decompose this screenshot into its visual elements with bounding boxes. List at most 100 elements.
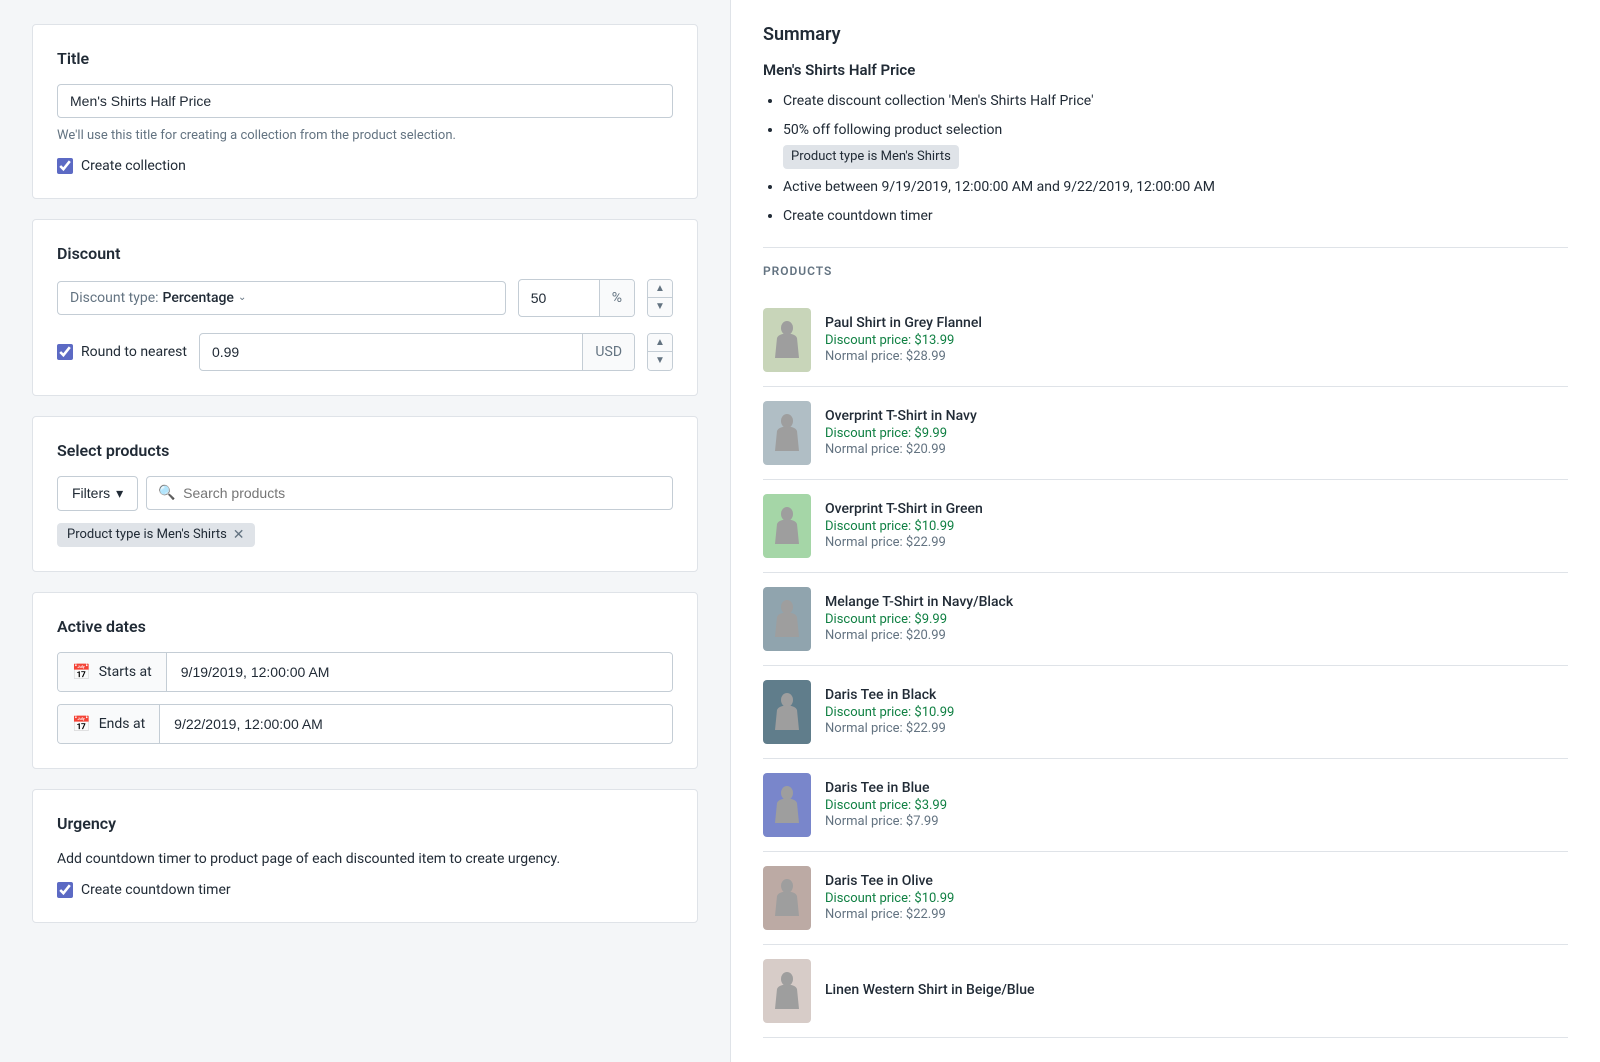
product-name: Daris Tee in Blue — [825, 780, 1568, 796]
product-name: Overprint T-Shirt in Green — [825, 501, 1568, 517]
calendar-icon-ends: 📅 — [72, 715, 91, 733]
right-panel: Summary Men's Shirts Half Price Create d… — [730, 0, 1600, 1062]
filter-tag-label: Product type is Men's Shirts — [67, 527, 227, 542]
summary-bullet-4: Create countdown timer — [783, 206, 1568, 227]
left-panel: Title We'll use this title for creating … — [0, 0, 730, 1062]
select-products-heading: Select products — [57, 441, 673, 460]
search-icon: 🔍 — [158, 485, 175, 501]
product-info: Overprint T-Shirt in Navy Discount price… — [825, 408, 1568, 457]
product-normal-price: Normal price: $20.99 — [825, 442, 1568, 457]
product-discount-price: Discount price: $10.99 — [825, 519, 1568, 534]
product-name: Daris Tee in Olive — [825, 873, 1568, 889]
product-item: Daris Tee in Blue Discount price: $3.99 … — [763, 759, 1568, 852]
product-thumbnail — [763, 680, 811, 744]
product-thumbnail — [763, 866, 811, 930]
products-list: Paul Shirt in Grey Flannel Discount pric… — [763, 294, 1568, 1038]
filters-button[interactable]: Filters ▾ — [57, 476, 138, 511]
product-thumbnail — [763, 959, 811, 1023]
product-item: Paul Shirt in Grey Flannel Discount pric… — [763, 294, 1568, 387]
product-discount-price: Discount price: $13.99 — [825, 333, 1568, 348]
starts-at-label-cell: 📅 Starts at — [58, 653, 167, 691]
product-info: Paul Shirt in Grey Flannel Discount pric… — [825, 315, 1568, 364]
round-up-button[interactable]: ▲ — [648, 334, 672, 352]
starts-at-label: Starts at — [99, 664, 152, 680]
discount-heading: Discount — [57, 244, 673, 263]
countdown-timer-label: Create countdown timer — [81, 882, 231, 898]
percent-spinner: ▲ ▼ — [647, 279, 673, 317]
filter-tag-product-type: Product type is Men's Shirts ✕ — [57, 523, 255, 547]
filters-label: Filters — [72, 485, 110, 501]
discount-type-select[interactable]: Discount type: Percentage ⌄ — [57, 281, 506, 315]
summary-list: Create discount collection 'Men's Shirts… — [763, 91, 1568, 227]
product-discount-price: Discount price: $10.99 — [825, 891, 1568, 906]
product-name: Paul Shirt in Grey Flannel — [825, 315, 1568, 331]
summary-title: Summary — [763, 24, 1568, 45]
product-name: Linen Western Shirt in Beige/Blue — [825, 982, 1568, 998]
ends-at-label-cell: 📅 Ends at — [58, 705, 160, 743]
product-item: Daris Tee in Olive Discount price: $10.9… — [763, 852, 1568, 945]
product-thumbnail — [763, 308, 811, 372]
product-normal-price: Normal price: $28.99 — [825, 349, 1568, 364]
round-down-button[interactable]: ▼ — [648, 352, 672, 370]
round-nearest-checkbox[interactable] — [57, 344, 73, 360]
product-name: Overprint T-Shirt in Navy — [825, 408, 1568, 424]
search-input[interactable] — [146, 476, 673, 510]
product-info: Daris Tee in Blue Discount price: $3.99 … — [825, 780, 1568, 829]
product-normal-price: Normal price: $20.99 — [825, 628, 1568, 643]
ends-at-row: 📅 Ends at — [57, 704, 673, 744]
product-thumbnail — [763, 494, 811, 558]
product-info: Daris Tee in Olive Discount price: $10.9… — [825, 873, 1568, 922]
filter-tag-remove-button[interactable]: ✕ — [233, 527, 245, 543]
search-wrap: 🔍 — [146, 476, 673, 511]
product-name: Daris Tee in Black — [825, 687, 1568, 703]
product-info: Linen Western Shirt in Beige/Blue — [825, 982, 1568, 1000]
product-name: Melange T-Shirt in Navy/Black — [825, 594, 1568, 610]
round-checkbox-row: Round to nearest — [57, 344, 187, 360]
round-nearest-label: Round to nearest — [81, 344, 187, 360]
round-input-wrap: USD — [199, 333, 635, 371]
discount-card: Discount Discount type: Percentage ⌄ % ▲… — [32, 219, 698, 396]
create-collection-label: Create collection — [81, 158, 186, 174]
discount-type-prefix: Discount type: — [70, 290, 159, 306]
round-spinner: ▲ ▼ — [647, 333, 673, 371]
title-helper-text: We'll use this title for creating a coll… — [57, 126, 673, 146]
title-input[interactable] — [57, 84, 673, 118]
round-row: Round to nearest USD ▲ ▼ — [57, 333, 673, 371]
active-dates-card: Active dates 📅 Starts at 📅 Ends at — [32, 592, 698, 769]
discount-type-chevron-icon: ⌄ — [238, 292, 246, 303]
product-item: Overprint T-Shirt in Navy Discount price… — [763, 387, 1568, 480]
product-thumbnail — [763, 401, 811, 465]
percent-down-button[interactable]: ▼ — [648, 298, 672, 316]
discount-type-value: Percentage — [163, 290, 234, 306]
percent-suffix: % — [599, 280, 634, 316]
product-discount-price: Discount price: $10.99 — [825, 705, 1568, 720]
urgency-heading: Urgency — [57, 814, 673, 833]
summary-bullet-2: 50% off following product selection Prod… — [783, 120, 1568, 169]
filters-chevron-icon: ▾ — [116, 485, 123, 502]
filter-tags-area: Product type is Men's Shirts ✕ — [57, 523, 673, 547]
ends-at-label: Ends at — [99, 716, 145, 732]
starts-at-input[interactable] — [167, 654, 672, 690]
product-item: Melange T-Shirt in Navy/Black Discount p… — [763, 573, 1568, 666]
summary-subtitle: Men's Shirts Half Price — [763, 61, 1568, 79]
title-heading: Title — [57, 49, 673, 68]
select-products-row: Filters ▾ 🔍 — [57, 476, 673, 511]
title-card: Title We'll use this title for creating … — [32, 24, 698, 199]
select-products-card: Select products Filters ▾ 🔍 Product type… — [32, 416, 698, 572]
countdown-checkbox-row: Create countdown timer — [57, 882, 673, 898]
discount-type-row: Discount type: Percentage ⌄ % ▲ ▼ — [57, 279, 673, 317]
round-value-input[interactable] — [200, 336, 582, 368]
currency-suffix: USD — [582, 334, 634, 370]
countdown-timer-checkbox[interactable] — [57, 882, 73, 898]
ends-at-input[interactable] — [160, 706, 672, 742]
products-section-title: PRODUCTS — [763, 247, 1568, 278]
percent-input[interactable] — [519, 282, 599, 314]
percent-input-wrap: % — [518, 279, 635, 317]
product-item: Overprint T-Shirt in Green Discount pric… — [763, 480, 1568, 573]
starts-at-row: 📅 Starts at — [57, 652, 673, 692]
create-collection-checkbox[interactable] — [57, 158, 73, 174]
product-discount-price: Discount price: $9.99 — [825, 426, 1568, 441]
product-normal-price: Normal price: $7.99 — [825, 814, 1568, 829]
product-normal-price: Normal price: $22.99 — [825, 721, 1568, 736]
percent-up-button[interactable]: ▲ — [648, 280, 672, 298]
